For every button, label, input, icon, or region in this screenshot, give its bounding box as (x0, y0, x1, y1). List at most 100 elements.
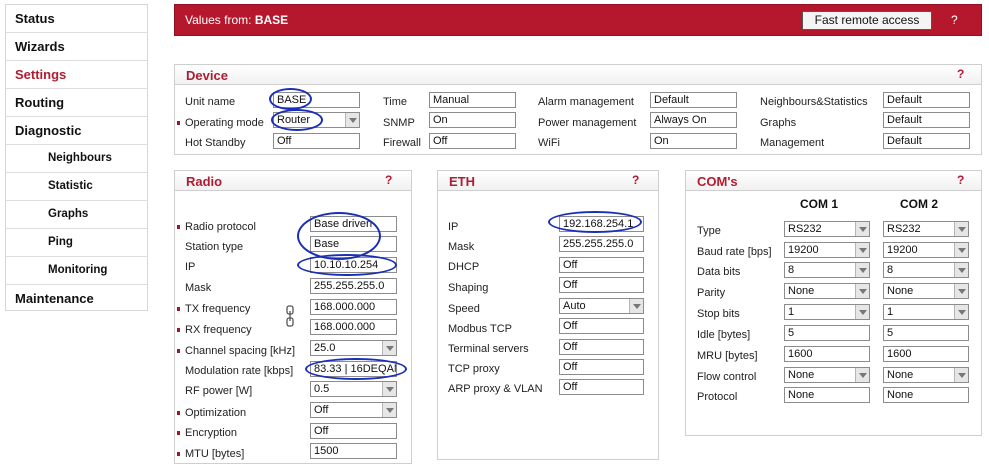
channel-spacing-value: 25.0 (314, 342, 336, 354)
com1-select[interactable]: RS232 (784, 221, 870, 237)
sidebar-nav: Status Wizards Settings Routing Diagnost… (5, 4, 148, 311)
com2-select[interactable]: 1 (883, 304, 969, 320)
sidebar-item-wizards[interactable]: Wizards (6, 33, 147, 61)
graphs-label: Graphs (760, 117, 797, 129)
com1-value: None (788, 389, 815, 401)
modbus-tcp-field[interactable]: Off (559, 318, 644, 334)
rf-power-value: 0.5 (314, 383, 330, 395)
com1-select[interactable]: 1 (784, 304, 870, 320)
firewall-field[interactable]: Off (429, 133, 516, 149)
encryption-label: Encryption (177, 427, 237, 439)
arp-proxy-vlan-field[interactable]: Off (559, 379, 644, 395)
com2-field[interactable]: 1600 (883, 346, 969, 362)
operating-mode-value: Router (277, 114, 311, 126)
com1-value: None (788, 285, 815, 297)
channel-spacing-select[interactable]: 25.0 (310, 340, 397, 356)
shaping-label: Shaping (448, 282, 489, 294)
tcp-proxy-field[interactable]: Off (559, 359, 644, 375)
sidebar-item-status[interactable]: Status (6, 5, 147, 33)
graphs-field[interactable]: Default (883, 112, 970, 128)
modulation-rate-field[interactable]: 83.33 | 16DEQAM (310, 361, 397, 377)
com2-select[interactable]: None (883, 283, 969, 299)
dhcp-field[interactable]: Off (559, 257, 644, 273)
encryption-field[interactable]: Off (310, 423, 397, 439)
sidebar-item-maintenance[interactable]: Maintenance (6, 285, 147, 313)
fast-remote-access-button[interactable]: Fast remote access (802, 11, 932, 30)
speed-select[interactable]: Auto (559, 298, 644, 314)
optimization-value: Off (314, 404, 329, 416)
com1-select[interactable]: None (784, 367, 870, 383)
rf-power-select[interactable]: 0.5 (310, 381, 397, 397)
sidebar-item-monitoring[interactable]: Monitoring (6, 257, 147, 285)
com2-select[interactable]: 8 (883, 262, 969, 278)
power-management-label: Power management (538, 117, 637, 129)
sidebar-item-settings[interactable]: Settings (6, 61, 147, 89)
optimization-select[interactable]: Off (310, 402, 397, 418)
eth-mask-field[interactable]: 255.255.255.0 (559, 236, 644, 252)
radio-panel-header: Radio ? (175, 171, 411, 191)
com2-field[interactable]: None (883, 387, 969, 403)
chevron-down-icon (382, 382, 396, 396)
arp-proxy-vlan-label: ARP proxy & VLAN (448, 383, 543, 395)
sidebar-item-statistic[interactable]: Statistic (6, 173, 147, 201)
eth-help-link[interactable]: ? (632, 173, 639, 187)
mtu-field[interactable]: 1500 (310, 443, 397, 459)
neighbours-statistics-field[interactable]: Default (883, 92, 970, 108)
coms-help-link[interactable]: ? (957, 173, 964, 187)
unit-name-field[interactable]: BASE (273, 92, 360, 108)
com1-column-header: COM 1 (800, 197, 839, 211)
com1-select[interactable]: None (784, 283, 870, 299)
management-field[interactable]: Default (883, 133, 970, 149)
radio-ip-label: IP (185, 261, 196, 273)
com1-field[interactable]: 5 (784, 325, 870, 341)
wifi-field[interactable]: On (650, 133, 737, 149)
sidebar-item-ping[interactable]: Ping (6, 229, 147, 257)
station-type-field[interactable]: Base (310, 236, 397, 252)
radio-protocol-field[interactable]: Base driven (310, 216, 397, 232)
com2-select[interactable]: 19200 (883, 242, 969, 258)
operating-mode-select[interactable]: Router (273, 112, 360, 128)
terminal-servers-field[interactable]: Off (559, 339, 644, 355)
com-row-label: Parity (697, 287, 726, 299)
chevron-down-icon (629, 299, 643, 313)
com1-field[interactable]: 1600 (784, 346, 870, 362)
time-field[interactable]: Manual (429, 92, 516, 108)
chevron-down-icon (855, 305, 869, 319)
com1-select[interactable]: 8 (784, 262, 870, 278)
tx-frequency-field[interactable]: 168.000.000 (310, 299, 397, 315)
shaping-field[interactable]: Off (559, 277, 644, 293)
power-management-field[interactable]: Always On (650, 112, 737, 128)
header-help-link[interactable]: ? (951, 13, 958, 27)
device-help-link[interactable]: ? (957, 67, 964, 81)
coms-panel: COM's ? COM 1 COM 2 Type RS232 RS232 Baud r… (685, 170, 982, 436)
com1-value: None (788, 369, 815, 381)
sidebar-item-graphs[interactable]: Graphs (6, 201, 147, 229)
eth-ip-field[interactable]: 192.168.254.1 (559, 216, 644, 232)
sidebar-item-routing[interactable]: Routing (6, 89, 147, 117)
chevron-down-icon (954, 263, 968, 277)
hot-standby-field[interactable]: Off (273, 133, 360, 149)
coms-panel-header: COM's ? (686, 171, 981, 191)
radio-help-link[interactable]: ? (385, 173, 392, 187)
com2-value: 1 (887, 306, 894, 318)
eth-mask-label: Mask (448, 241, 475, 253)
com1-value: 5 (788, 327, 795, 339)
com2-select[interactable]: None (883, 367, 969, 383)
chevron-down-icon (855, 263, 869, 277)
sidebar-item-diagnostic[interactable]: Diagnostic (6, 117, 147, 145)
rx-frequency-field[interactable]: 168.000.000 (310, 319, 397, 335)
com2-select[interactable]: RS232 (883, 221, 969, 237)
eth-panel-header: ETH ? (438, 171, 658, 191)
chevron-down-icon (382, 341, 396, 355)
chevron-down-icon (855, 284, 869, 298)
chevron-down-icon (954, 222, 968, 236)
radio-mask-field[interactable]: 255.255.255.0 (310, 278, 397, 294)
alarm-management-field[interactable]: Default (650, 92, 737, 108)
com1-field[interactable]: None (784, 387, 870, 403)
radio-ip-field[interactable]: 10.10.10.254 (310, 257, 397, 273)
sidebar-item-neighbours[interactable]: Neighbours (6, 145, 147, 173)
com1-select[interactable]: 19200 (784, 242, 870, 258)
chain-link-icon[interactable] (286, 305, 294, 327)
com2-field[interactable]: 5 (883, 325, 969, 341)
snmp-field[interactable]: On (429, 112, 516, 128)
